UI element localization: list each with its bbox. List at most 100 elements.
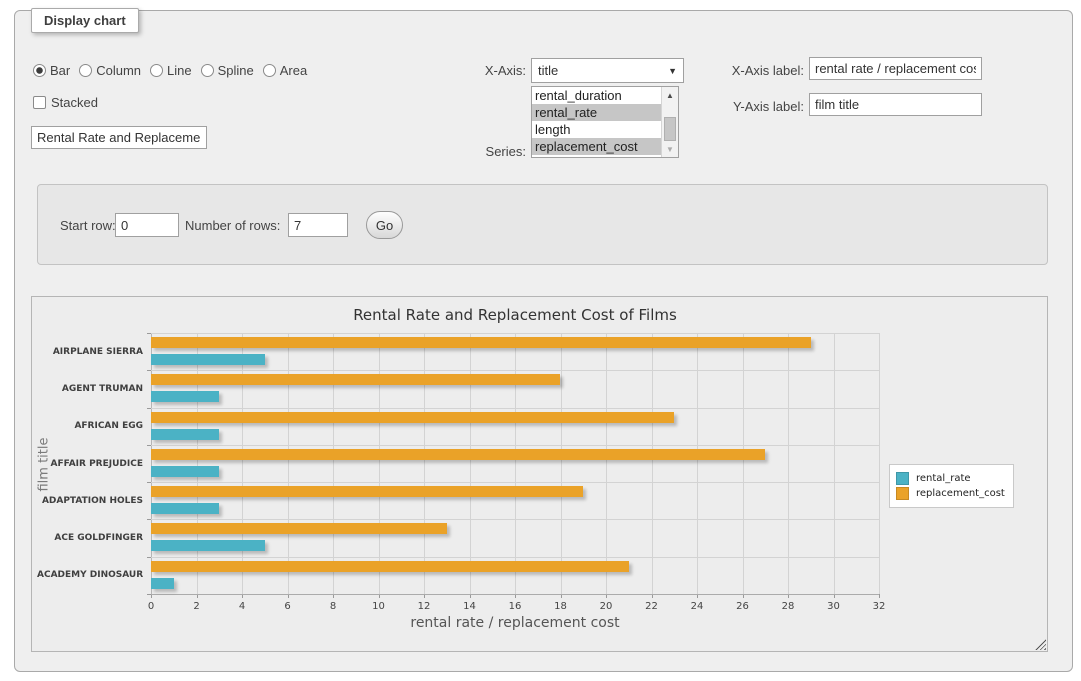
legend-label: rental_rate bbox=[916, 473, 971, 484]
bar-replacement_cost bbox=[151, 449, 765, 460]
y-axis-tick bbox=[147, 519, 151, 520]
x-axis-tick bbox=[879, 594, 880, 598]
x-axis-select[interactable]: title ▼ bbox=[531, 58, 684, 83]
grid-line-horizontal bbox=[151, 370, 879, 371]
plot-area: 02468101214161820222426283032AIRPLANE SI… bbox=[151, 333, 879, 594]
series-option[interactable]: replacement_cost bbox=[532, 138, 661, 155]
grid-line-horizontal bbox=[151, 408, 879, 409]
start-row-input[interactable] bbox=[115, 213, 179, 237]
chart-type-bar[interactable]: Bar bbox=[33, 63, 70, 78]
bar-rental_rate bbox=[151, 391, 219, 402]
grid-line-horizontal bbox=[151, 519, 879, 520]
grid-line-vertical bbox=[834, 333, 835, 594]
chart-type-radio-group: Bar Column Line Spline Area bbox=[33, 63, 316, 78]
scrollbar-down-icon[interactable]: ▼ bbox=[662, 141, 678, 157]
row-range-fieldset: Start row: Number of rows: Go bbox=[37, 184, 1048, 265]
chart-type-column-radio[interactable] bbox=[79, 64, 92, 77]
bar-replacement_cost bbox=[151, 412, 674, 423]
resize-handle-icon[interactable] bbox=[1035, 639, 1046, 650]
category-label: ACADEMY DINOSAUR bbox=[37, 570, 143, 580]
grid-line-horizontal bbox=[151, 333, 879, 334]
stacked-checkbox[interactable] bbox=[33, 96, 46, 109]
x-tick-label: 32 bbox=[873, 601, 886, 612]
category-label: AFRICAN EGG bbox=[37, 421, 143, 431]
grid-line-vertical bbox=[606, 333, 607, 594]
x-tick-label: 12 bbox=[418, 601, 431, 612]
bar-replacement_cost bbox=[151, 374, 560, 385]
x-tick-label: 14 bbox=[463, 601, 476, 612]
y-axis-label-input[interactable] bbox=[809, 93, 982, 116]
category-label: ACE GOLDFINGER bbox=[37, 533, 143, 543]
scrollbar-thumb[interactable] bbox=[664, 117, 676, 141]
display-chart-panel: Display chart Bar Column Line Spline Are… bbox=[14, 10, 1073, 672]
grid-line-vertical bbox=[151, 333, 152, 594]
chart-type-line-radio[interactable] bbox=[150, 64, 163, 77]
series-option[interactable]: length bbox=[532, 121, 661, 138]
x-tick-label: 6 bbox=[284, 601, 290, 612]
legend-item: replacement_cost bbox=[896, 487, 1005, 500]
grid-line-vertical bbox=[652, 333, 653, 594]
chart-type-line[interactable]: Line bbox=[150, 63, 192, 78]
chart-type-area[interactable]: Area bbox=[263, 63, 307, 78]
x-tick-label: 24 bbox=[691, 601, 704, 612]
bar-rental_rate bbox=[151, 503, 219, 514]
series-option[interactable]: rental_rate bbox=[532, 104, 661, 121]
bar-replacement_cost bbox=[151, 561, 629, 572]
start-row-label: Start row: bbox=[60, 218, 116, 233]
chart-type-spline-radio[interactable] bbox=[201, 64, 214, 77]
x-tick-label: 2 bbox=[193, 601, 199, 612]
grid-line-vertical bbox=[470, 333, 471, 594]
chart-title-input[interactable] bbox=[31, 126, 207, 149]
legend-label: replacement_cost bbox=[916, 488, 1005, 499]
bar-rental_rate bbox=[151, 429, 219, 440]
x-tick-label: 28 bbox=[782, 601, 795, 612]
category-label: AFFAIR PREJUDICE bbox=[37, 459, 143, 469]
chart-type-area-radio[interactable] bbox=[263, 64, 276, 77]
category-label: ADAPTATION HOLES bbox=[37, 496, 143, 506]
bar-replacement_cost bbox=[151, 337, 811, 348]
grid-line-vertical bbox=[288, 333, 289, 594]
grid-line-vertical bbox=[879, 333, 880, 594]
y-axis-tick bbox=[147, 445, 151, 446]
number-of-rows-label: Number of rows: bbox=[185, 218, 280, 233]
bar-replacement_cost bbox=[151, 486, 583, 497]
stacked-option[interactable]: Stacked bbox=[33, 95, 98, 110]
x-tick-label: 18 bbox=[554, 601, 567, 612]
y-axis-tick bbox=[147, 557, 151, 558]
legend-item: rental_rate bbox=[896, 472, 1005, 485]
y-axis-label-caption: Y-Axis label: bbox=[671, 99, 804, 114]
x-axis-select-label: X-Axis: bbox=[395, 63, 526, 78]
x-tick-label: 8 bbox=[330, 601, 336, 612]
bar-rental_rate bbox=[151, 540, 265, 551]
grid-line-vertical bbox=[424, 333, 425, 594]
series-option[interactable]: rental_duration bbox=[532, 87, 661, 104]
stacked-label: Stacked bbox=[51, 95, 98, 110]
chart-type-bar-radio[interactable] bbox=[33, 64, 46, 77]
series-multiselect[interactable]: rental_durationrental_ratelengthreplacem… bbox=[531, 86, 679, 158]
grid-line-horizontal bbox=[151, 445, 879, 446]
series-list-scrollbar[interactable]: ▲ ▼ bbox=[661, 87, 678, 157]
x-tick-label: 30 bbox=[827, 601, 840, 612]
grid-line-horizontal bbox=[151, 482, 879, 483]
grid-line-vertical bbox=[197, 333, 198, 594]
y-axis-tick bbox=[147, 333, 151, 334]
legend-swatch-icon bbox=[896, 487, 909, 500]
y-axis-tick bbox=[147, 482, 151, 483]
chart-legend: rental_rate replacement_cost bbox=[889, 464, 1014, 508]
x-tick-label: 22 bbox=[645, 601, 658, 612]
bar-rental_rate bbox=[151, 354, 265, 365]
x-axis-label-input[interactable] bbox=[809, 57, 982, 80]
bar-replacement_cost bbox=[151, 523, 447, 534]
chart-type-spline[interactable]: Spline bbox=[201, 63, 254, 78]
series-list-label: Series: bbox=[395, 144, 526, 159]
x-axis-selected-value: title bbox=[538, 63, 558, 78]
go-button[interactable]: Go bbox=[366, 211, 403, 239]
x-tick-label: 26 bbox=[736, 601, 749, 612]
chart-type-column[interactable]: Column bbox=[79, 63, 141, 78]
grid-line-vertical bbox=[379, 333, 380, 594]
chart-container: Rental Rate and Replacement Cost of Film… bbox=[31, 296, 1048, 652]
legend-swatch-icon bbox=[896, 472, 909, 485]
bar-rental_rate bbox=[151, 466, 219, 477]
number-of-rows-input[interactable] bbox=[288, 213, 348, 237]
x-tick-label: 10 bbox=[372, 601, 385, 612]
